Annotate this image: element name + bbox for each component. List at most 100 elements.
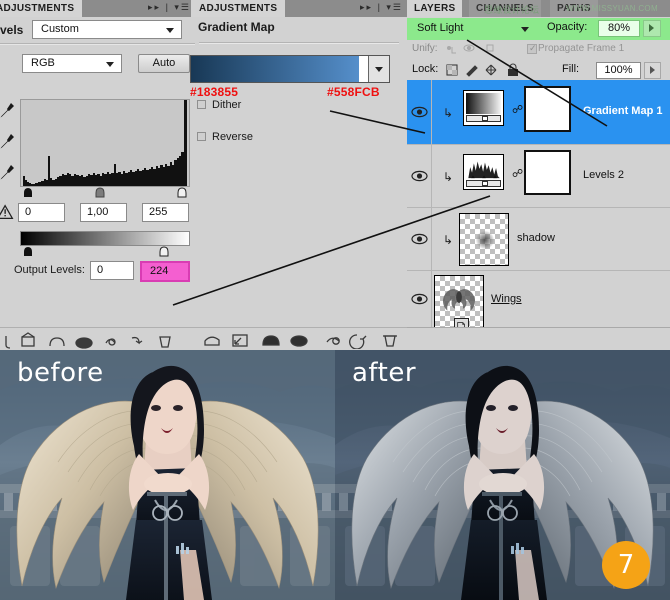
levels-input-slider[interactable] [20,187,190,199]
tab-layers[interactable]: LAYERS [407,0,463,17]
eyedropper-tool-group [0,101,22,211]
panel-menu-icon-gradient[interactable]: ▸▸ | ▾☰ [360,2,403,13]
dither-label: Dither [212,99,242,111]
layers-panel-footer [407,327,670,351]
levels-channel-value: RGB [31,57,55,69]
eye-icon[interactable] [411,292,428,306]
levels-preset-value: Custom [41,23,79,35]
layer-name[interactable]: shadow [517,232,555,244]
layer-thumbnail-shadow[interactable] [459,213,509,266]
after-caption: after [352,358,417,388]
unify-icons[interactable] [443,43,503,57]
table-row[interactable]: Wings [407,271,670,332]
lock-label: Lock: [412,63,439,75]
table-row[interactable]: ↳ ☍ Levels 2 [407,145,670,208]
eyedropper-white-icon[interactable] [0,163,16,181]
histogram-graph [23,100,187,186]
propagate-frame-checkbox[interactable]: ✓ [527,43,537,54]
input-gamma-field[interactable]: 1,00 [80,203,127,222]
table-row[interactable]: ↳ ☍ Gradient Map 1 [407,80,670,145]
layer-thumbnail-levels[interactable] [463,154,504,190]
layer-name[interactable]: Levels 2 [583,169,624,181]
layer-mask-link-icon[interactable]: ☍ [512,167,523,180]
levels-panel-footer [0,327,195,351]
output-black-field[interactable]: 0 [90,261,134,280]
input-white-field[interactable]: 255 [142,203,189,222]
layer-name[interactable]: Gradient Map 1 [583,105,662,117]
step-number-badge: 7 [602,541,650,589]
levels-input-values: 0 1,00 255 [14,203,194,223]
layer-mask-thumbnail[interactable] [524,86,571,132]
lock-position-icon [485,64,497,76]
output-levels-label: Output Levels: [14,264,85,276]
unify-style-icon [486,44,494,52]
gradient-preview-control[interactable] [190,55,390,83]
layer-thumbnail-wings[interactable] [434,275,484,332]
input-black-field[interactable]: 0 [18,203,65,222]
levels-adjustments-panel: ADJUSTMENTS ▸▸ | ▾☰ Levels Custom RGB Au… [0,0,195,351]
eye-icon[interactable] [411,232,428,246]
levels-auto-button[interactable]: Auto [138,54,190,73]
layer-mask-link-icon[interactable]: ☍ [512,103,523,116]
eye-preview-icon [290,335,308,347]
eye-icon[interactable] [411,105,428,119]
eyedropper-black-icon[interactable] [0,101,16,119]
gradient-preview-swatch[interactable] [191,56,359,82]
levels-output-slider[interactable] [20,246,190,258]
gradient-picker-dropdown[interactable] [368,56,389,82]
layer-mask-thumbnail[interactable] [524,150,571,195]
tab-adjustments-gradient[interactable]: ADJUSTMENTS [191,0,286,17]
lock-all-icon [508,69,518,76]
clipping-mask-arrow-icon: ↳ [443,233,454,247]
gradient-map-adjustments-panel: ADJUSTMENTS ▸▸ | ▾☰ Gradient Map #183855… [190,0,407,351]
chevron-down-icon [106,61,114,67]
divider-highlight [0,44,195,45]
layer-visibility-cell[interactable] [407,80,432,144]
table-row[interactable]: ↳ shadow [407,208,670,271]
divider-highlight [199,43,399,44]
output-white-field[interactable]: 224 [140,261,190,282]
clipping-mask-arrow-icon: ↳ [443,170,454,184]
gradient-panel-footer [195,327,407,351]
dither-option[interactable]: Dither [197,99,242,111]
new-document-icon [21,336,35,347]
before-after-comparison: before after [0,350,670,600]
lock-image-icon [466,65,478,77]
layer-thumbnail-gradient[interactable] [463,90,504,126]
levels-channel-dropdown[interactable]: RGB [22,54,122,73]
levels-title: Levels [0,23,24,37]
panel-menu-icon-levels[interactable]: ▸▸ | ▾☰ [148,2,191,13]
eye-icon [75,337,93,349]
trash-icon [159,336,171,348]
reverse-option[interactable]: Reverse [197,131,253,143]
output-black-handle [24,247,32,256]
watermark-url: WWW.MISSYUAN.COM [566,4,658,13]
reverse-checkbox[interactable] [197,132,206,141]
levels-footer-icons[interactable] [2,332,192,350]
fill-slider-arrow[interactable] [644,62,661,79]
opacity-slider-arrow[interactable] [643,20,661,37]
levels-panel-body: Levels Custom RGB Auto [0,17,195,327]
lock-icons[interactable] [445,62,525,78]
layer-visibility-cell[interactable] [407,208,432,270]
lock-row: Lock: Fill: 100% [407,59,670,81]
layer-visibility-cell[interactable] [407,145,432,207]
layer-name[interactable]: Wings [491,293,522,305]
trash-icon [384,335,396,347]
dither-checkbox[interactable] [197,100,206,109]
opacity-value-field[interactable]: 80% [598,20,640,37]
tab-adjustments-levels[interactable]: ADJUSTMENTS [0,0,83,17]
blend-mode-dropdown[interactable]: Soft Light [411,20,537,38]
gradient-footer-icons[interactable] [199,331,399,349]
reset-icon [349,334,367,349]
output-levels-ramp [20,231,190,246]
eye-icon[interactable] [411,169,428,183]
clipping-mask-arrow-icon: ↳ [443,106,454,120]
levels-preset-dropdown[interactable]: Custom [32,20,182,39]
reverse-label: Reverse [212,131,253,143]
propagate-frame-label: Propagate Frame 1 [538,43,625,54]
chevron-down-icon [375,67,383,72]
fill-value-field[interactable]: 100% [596,62,641,79]
eyedropper-gray-icon[interactable] [0,132,16,150]
layer-visibility-cell[interactable] [407,271,432,327]
